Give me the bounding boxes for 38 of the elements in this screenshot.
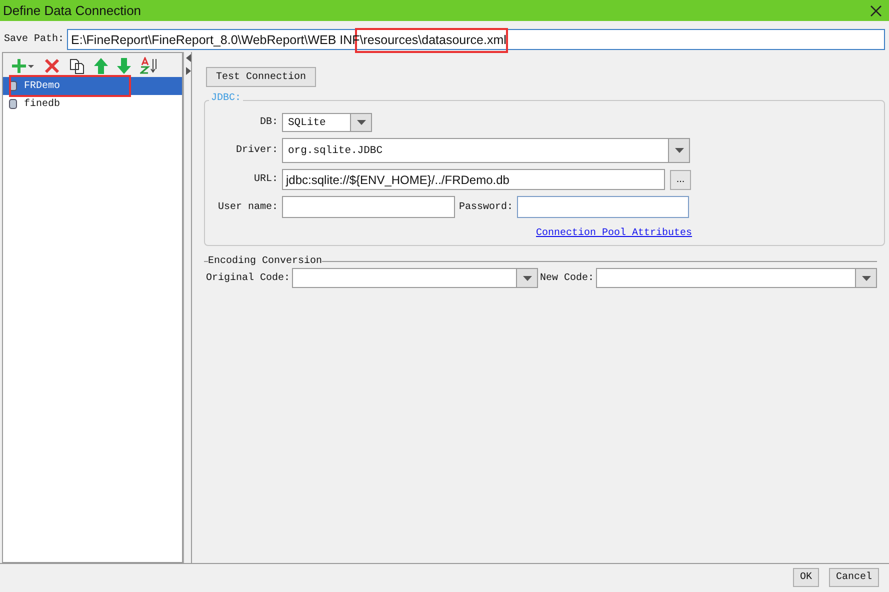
url-label: URL: xyxy=(252,174,278,185)
dialog-button[interactable]: Cancel xyxy=(828,568,879,587)
url-field[interactable]: jdbc:sqlite://${ENV_HOME}/../FRDemo.db xyxy=(282,169,665,190)
db-dropdown[interactable]: SQLite xyxy=(282,113,372,132)
username-field[interactable] xyxy=(282,196,455,218)
new-code-dropdown[interactable] xyxy=(596,268,877,288)
new-code-label: New Code: xyxy=(539,272,596,284)
dropdown-arrow-icon xyxy=(862,276,870,280)
expand-right-icon[interactable] xyxy=(186,67,190,75)
dropdown-arrow-icon xyxy=(674,148,684,153)
test-connection-button[interactable]: Test Connection xyxy=(206,67,316,87)
db-label: DB: xyxy=(258,117,278,128)
original-code-dropdown[interactable] xyxy=(292,268,538,288)
username-label: User name: xyxy=(216,202,278,212)
password-field[interactable] xyxy=(517,196,690,218)
connection-pool-link[interactable]: Connection Pool Attributes xyxy=(536,228,692,239)
copy-icon[interactable] xyxy=(69,58,85,74)
add-icon[interactable] xyxy=(11,58,35,74)
dropdown-arrow-icon xyxy=(522,276,532,280)
dropdown-arrow-icon xyxy=(356,120,366,125)
window-title: Define Data Connection xyxy=(3,3,142,18)
up-arrow-icon[interactable] xyxy=(94,58,108,74)
password-label: Password: xyxy=(459,202,514,212)
save-path-label: Save Path: xyxy=(4,34,64,45)
connection-item[interactable]: finedb xyxy=(3,95,182,113)
collapse-left-icon[interactable] xyxy=(186,54,190,62)
encoding-section-title: Encoding Conversion xyxy=(208,256,322,267)
connection-item[interactable]: FRDemo xyxy=(3,77,182,95)
driver-dropdown[interactable]: org.sqlite.JDBC xyxy=(282,138,690,163)
down-arrow-icon[interactable] xyxy=(117,58,131,74)
browse-button[interactable]: ... xyxy=(670,170,691,190)
original-code-label: Original Code: xyxy=(205,272,292,284)
close-icon[interactable] xyxy=(870,4,882,16)
driver-label: Driver: xyxy=(234,145,278,156)
sort-icon[interactable] xyxy=(140,57,158,74)
dialog-button[interactable]: OK xyxy=(792,568,819,587)
delete-icon[interactable] xyxy=(44,58,60,74)
jdbc-group-title: JDBC: xyxy=(209,93,244,104)
